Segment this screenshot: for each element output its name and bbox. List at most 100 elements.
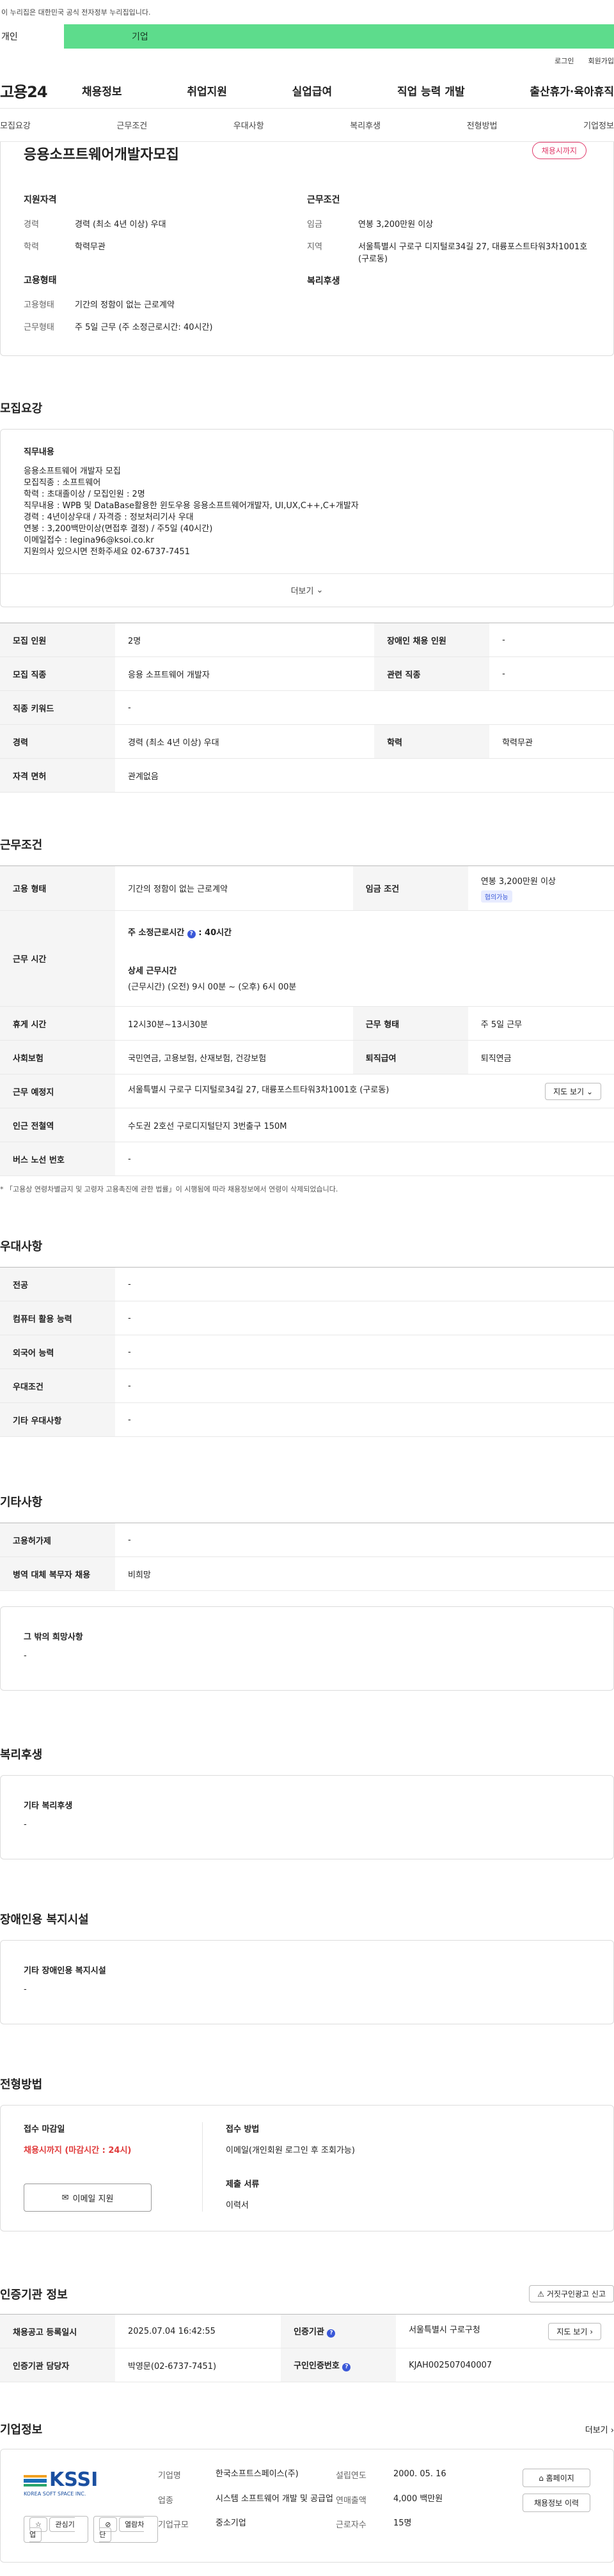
cell-label: 경력 xyxy=(0,724,115,759)
company-more-link[interactable]: 더보기 › xyxy=(585,2423,614,2435)
table-row: 자격 면허 관계없음 xyxy=(0,758,614,793)
cell-value: 박영문(02-6737-7451) xyxy=(115,2348,281,2382)
cell-value: 수도권 2호선 구로디지털단지 3번출구 150M xyxy=(115,1108,614,1142)
info-value: 한국소프트스페이스(주) xyxy=(216,2469,299,2479)
gnb-unemployment-benefit[interactable]: 실업급여 xyxy=(292,82,333,98)
disability-card: 기타 장애인용 복지시설 - xyxy=(0,1940,614,2024)
tab-individual[interactable]: 개인 xyxy=(0,24,64,49)
cell-value: 2명 xyxy=(115,623,375,657)
cond-heading: 근무조건 xyxy=(307,195,340,205)
cell-label: 인근 전철역 xyxy=(0,1108,115,1142)
page-title: 응용소프트웨어개발자모집 xyxy=(24,147,179,163)
signup-link[interactable]: 회원가입 xyxy=(588,56,614,66)
table-row: 직종 키워드 - xyxy=(0,690,614,725)
cell-value: 서울특별시 구로구청 xyxy=(409,2325,480,2335)
cell-value: - xyxy=(115,1142,614,1176)
cell-label: 임금 조건 xyxy=(352,865,468,911)
login-link[interactable]: 로그인 xyxy=(555,56,574,66)
cell-label: 고용허가제 xyxy=(0,1523,115,1557)
site-logo[interactable]: 고용24 xyxy=(0,79,82,102)
gnb-parental-leave[interactable]: 출산휴가·육아휴직 xyxy=(530,82,614,98)
table-row: 우대조건 - xyxy=(0,1369,614,1403)
cell-label: 채용공고 등록일시 xyxy=(0,2314,115,2348)
cert-map-button[interactable]: 지도 보기 › xyxy=(548,2322,601,2340)
cell-value: - xyxy=(115,1335,614,1369)
info-value: 15명 xyxy=(393,2518,412,2529)
table-row: 사회보험 국민연금, 고용보험, 산재보험, 건강보험 퇴직급여 퇴직연금 xyxy=(0,1040,614,1075)
cell-value: - xyxy=(115,1369,614,1403)
negotiable-tag: 협의가능 xyxy=(480,890,512,903)
gov-bar: 이 누리집은 대한민국 공식 전자정부 누리집입니다. xyxy=(0,0,614,24)
gnb-vocational-training[interactable]: 직업 능력 개발 xyxy=(397,82,465,98)
recruit-detail-card: 직무내용 응용소프트웨어 개발자 모집 모집직종 : 소프트웨어 학력 : 초대… xyxy=(0,429,614,607)
subnav-company[interactable]: 기업정보 xyxy=(583,119,614,131)
cell-label: 버스 노선 번호 xyxy=(0,1142,115,1176)
global-nav: 고용24 채용정보 취업지원 실업급여 직업 능력 개발 출산휴가·육아휴직 xyxy=(0,73,614,109)
report-button[interactable]: ⚠ 거짓구인광고 신고 xyxy=(529,2285,614,2302)
job-history-button[interactable]: 채용정보 이력 xyxy=(523,2494,590,2512)
tab-business[interactable]: 기업 xyxy=(64,24,614,49)
table-row: 전공 - xyxy=(0,1267,614,1301)
table-row: 채용공고 등록일시 2025.07.04 16:42:55 인증기관 ? 서울특… xyxy=(0,2314,614,2348)
cell-value: - xyxy=(489,656,614,691)
homepage-button[interactable]: ⌂ 홈페이지 xyxy=(523,2469,590,2487)
summary-value: 기간의 정함이 없는 근로계약 xyxy=(75,300,175,310)
map-button[interactable]: 지도 보기 ⌄ xyxy=(545,1082,601,1100)
cell-label: 관련 직종 xyxy=(374,656,490,691)
gnb-jobs[interactable]: 채용정보 xyxy=(82,82,122,98)
info-icon: ? xyxy=(187,929,196,938)
subnav-recruit[interactable]: 모집요강 xyxy=(0,119,31,131)
cell-value: - xyxy=(115,1267,614,1301)
summary-label: 학력 xyxy=(24,242,39,252)
table-row: 근무 시간 주 소정근로시간 ? : 40시간 상세 근무시간 (근무시간) (… xyxy=(0,910,614,1007)
company-logo: KSSI KOREA SOFT SPACE INC. xyxy=(24,2469,107,2497)
work-location: 서울특별시 구로구 디지털로34길 27, 대륭포스트타워3차1001호 (구로… xyxy=(128,1085,390,1095)
favorite-company-button[interactable]: ☆ 관심기업 xyxy=(24,2516,89,2543)
info-label: 업종 xyxy=(158,2495,173,2506)
summary-card: 응용소프트웨어개발자모집 채용시까지 지원자격 경력 경력 (최소 4년 이상) … xyxy=(0,142,614,356)
subnav-preferences[interactable]: 우대사항 xyxy=(233,119,264,131)
detail-line: 이메일접수 : legina96@ksoi.co.kr xyxy=(24,536,154,545)
subnav-welfare[interactable]: 복리후생 xyxy=(350,119,381,131)
recruit-title: 모집요강 xyxy=(0,402,43,415)
email-apply-button[interactable]: ✉ 이메일 지원 xyxy=(24,2184,152,2212)
cell-label: 구인인증번호 xyxy=(294,2361,340,2371)
recruit-table: 모집 인원 2명 장애인 채용 인원 - 모집 직종 응용 소프트웨어 개발자 … xyxy=(0,623,614,793)
cell-value: 2025.07.04 16:42:55 xyxy=(115,2314,281,2348)
docs-heading: 제출 서류 xyxy=(226,2180,260,2189)
detail-line: 지원의사 있으시면 전화주세요 02-6737-7451 xyxy=(24,547,190,557)
deadline-heading: 접수 마감일 xyxy=(24,2125,65,2134)
method-heading: 접수 방법 xyxy=(226,2125,260,2134)
company-card: KSSI KOREA SOFT SPACE INC. ☆ 관심기업 ⊘ 열람차단… xyxy=(0,2449,614,2563)
mail-icon: ✉ xyxy=(61,2192,69,2203)
table-row: 휴게 시간 12시30분~13시30분 근무 형태 주 5일 근무 xyxy=(0,1006,614,1041)
cell-label: 컴퓨터 활용 능력 xyxy=(0,1301,115,1335)
cell-label: 외국어 능력 xyxy=(0,1335,115,1369)
subnav-conditions[interactable]: 근무조건 xyxy=(116,119,147,131)
info-label: 기업명 xyxy=(158,2471,181,2481)
cell-label: 퇴직급여 xyxy=(352,1040,468,1075)
cell-label: 전공 xyxy=(0,1267,115,1301)
util-links: 로그인 회원가입 xyxy=(0,49,614,73)
more-button[interactable]: 더보기 ⌄ xyxy=(1,573,613,607)
qual-heading: 지원자격 xyxy=(24,195,57,205)
welfare-title: 복리후생 xyxy=(0,1748,43,1762)
table-row: 외국어 능력 - xyxy=(0,1335,614,1369)
table-row: 모집 인원 2명 장애인 채용 인원 - xyxy=(0,623,614,657)
detail-line: 응용소프트웨어 개발자 모집 xyxy=(24,467,121,476)
block-view-button[interactable]: ⊘ 열람차단 xyxy=(93,2516,158,2543)
table-row: 병역 대체 복무자 채용 비희망 xyxy=(0,1556,614,1591)
kssi-mark-icon xyxy=(24,2474,47,2487)
info-value: 4,000 백만원 xyxy=(393,2494,443,2504)
info-value: 중소기업 xyxy=(216,2518,246,2529)
chevron-down-icon: ⌄ xyxy=(316,586,324,595)
table-row: 고용허가제 - xyxy=(0,1523,614,1557)
gnb-employment-support[interactable]: 취업지원 xyxy=(187,82,227,98)
company-more-label: 더보기 xyxy=(585,2425,608,2435)
cert-table: 채용공고 등록일시 2025.07.04 16:42:55 인증기관 ? 서울특… xyxy=(0,2314,614,2382)
age-notice: * 「고용상 연령차별금지 및 고령자 고용촉진에 관한 법률」이 시행됨에 따… xyxy=(0,1185,338,1193)
summary-label: 근무형태 xyxy=(24,323,54,332)
etc-title: 기타사항 xyxy=(0,1496,43,1509)
summary-value: 학력무관 xyxy=(75,242,106,252)
subnav-selection[interactable]: 전형방법 xyxy=(467,119,498,131)
